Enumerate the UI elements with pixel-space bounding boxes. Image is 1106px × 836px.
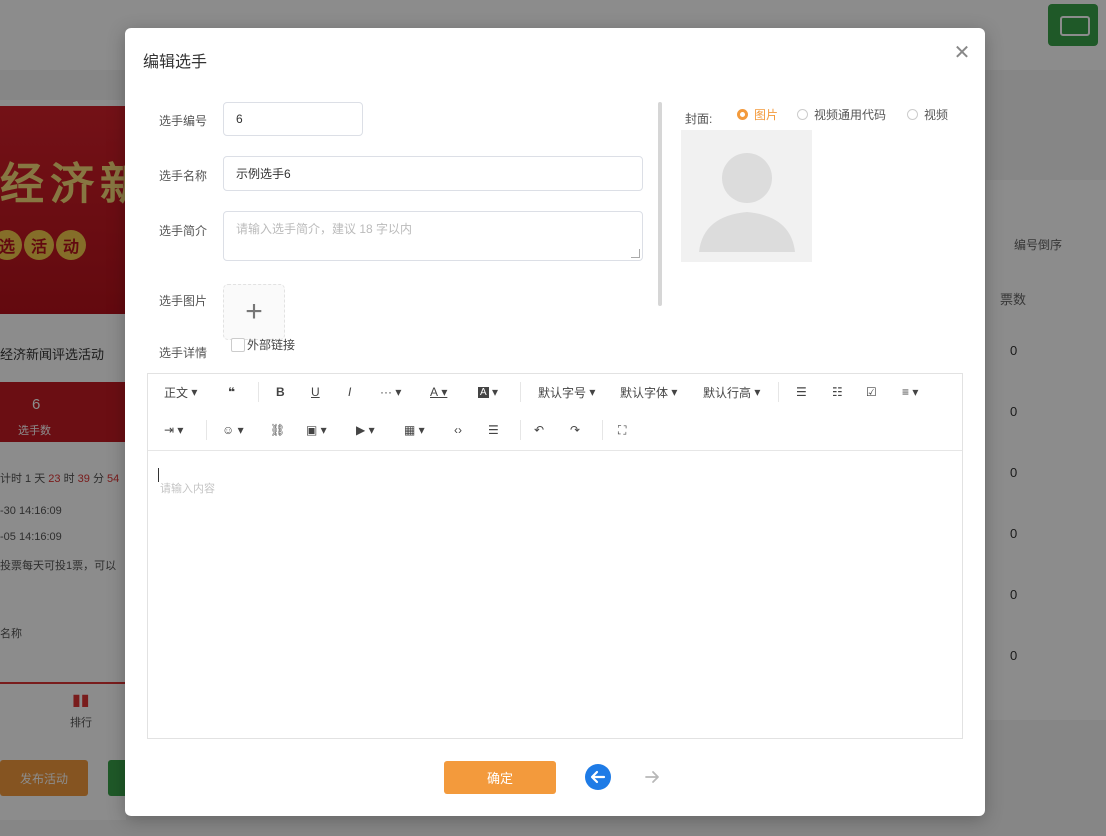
intro-textarea[interactable]: 请输入选手简介，建议 18 字以内 [223, 211, 643, 261]
toolbar-separator [206, 420, 207, 440]
intro-label: 选手简介 [159, 224, 208, 238]
font-size-select[interactable]: 默认字号 ▾ [538, 382, 595, 402]
toolbar-separator [520, 420, 521, 440]
cover-option-video[interactable]: 视频 [907, 106, 948, 123]
undo-icon[interactable]: ↶ [534, 420, 544, 440]
external-link-checkbox[interactable] [231, 338, 245, 352]
fullscreen-icon[interactable]: ⛶ [618, 420, 626, 440]
font-color-button[interactable]: A ▾ [430, 382, 447, 402]
line-height-label: 默认行高 [703, 385, 752, 400]
confirm-button[interactable]: 确定 [444, 761, 556, 794]
toolbar-separator [258, 382, 259, 402]
cover-option-image[interactable]: 图片 [737, 106, 778, 123]
more-label: ··· [380, 385, 392, 399]
arrow-left-icon [590, 770, 606, 784]
close-icon[interactable]: ✕ [951, 42, 973, 64]
indent-icon[interactable]: ⇥ ▾ [164, 420, 183, 440]
bg-color-button[interactable]: A ▾ [478, 382, 498, 402]
person-placeholder-icon [699, 153, 795, 252]
todo-checkbox-icon[interactable]: ☑ [866, 382, 877, 402]
radio-selected-icon [737, 109, 748, 120]
toolbar-separator [778, 382, 779, 402]
table-icon[interactable]: ▦ ▾ [404, 420, 425, 440]
font-family-select[interactable]: 默认字体 ▾ [620, 382, 677, 402]
cover-option-label: 视频 [924, 108, 949, 122]
radio-icon [797, 109, 808, 120]
edit-contestant-dialog: 编辑选手 ✕ 选手编号 6 选手名称 示例选手6 选手简介 请输入选手简介，建议… [125, 28, 985, 816]
name-label: 选手名称 [159, 169, 208, 183]
numbered-list-icon[interactable]: ☷ [832, 382, 843, 402]
more-styles-button[interactable]: ··· ▾ [380, 382, 401, 402]
image-upload-button[interactable]: + [223, 284, 285, 340]
cover-image-placeholder[interactable] [681, 130, 812, 262]
number-label: 选手编号 [159, 114, 208, 128]
bullet-list-icon[interactable]: ☰ [796, 382, 807, 402]
arrow-right-icon [645, 771, 659, 783]
cover-label: 封面: [685, 112, 713, 126]
paragraph-label: 正文 [164, 385, 189, 400]
editor-toolbar: 正文 ▾ ❝ B U I ··· ▾ A ▾ A ▾ 默认字号 ▾ 默认字体 ▾… [148, 374, 962, 451]
details-label: 选手详情 [159, 346, 208, 360]
image-icon[interactable]: ▣ ▾ [306, 420, 327, 440]
underline-button[interactable]: U [311, 382, 320, 402]
link-icon[interactable]: ⛓ [270, 420, 285, 440]
code-icon[interactable]: ‹› [454, 420, 462, 440]
cover-option-label: 图片 [754, 108, 779, 122]
emoji-icon[interactable]: ☺ ▾ [222, 420, 244, 440]
bg-color-label: A [478, 386, 489, 398]
prev-arrow-icon[interactable] [585, 764, 611, 790]
divider-icon[interactable]: ☰ [488, 420, 499, 440]
video-icon[interactable]: ▶ ▾ [356, 420, 375, 440]
italic-button[interactable]: I [348, 382, 351, 402]
radio-icon [907, 109, 918, 120]
redo-icon[interactable]: ↷ [570, 420, 580, 440]
font-family-label: 默认字体 [620, 385, 669, 400]
bold-button[interactable]: B [276, 382, 285, 402]
form-scrollbar[interactable] [658, 102, 662, 306]
align-icon[interactable]: ≡ ▾ [902, 382, 918, 402]
quote-button[interactable]: ❝ [228, 382, 235, 402]
text-caret [158, 468, 159, 482]
toolbar-separator [602, 420, 603, 440]
image-label: 选手图片 [159, 294, 208, 308]
next-arrow-icon[interactable] [639, 764, 665, 790]
editor-placeholder: 请输入内容 [160, 483, 215, 495]
name-input[interactable]: 示例选手6 [223, 156, 643, 191]
dialog-title: 编辑选手 [143, 54, 208, 71]
number-input[interactable]: 6 [223, 102, 363, 136]
rich-text-editor[interactable]: 正文 ▾ ❝ B U I ··· ▾ A ▾ A ▾ 默认字号 ▾ 默认字体 ▾… [147, 373, 963, 739]
external-link-label: 外部链接 [247, 338, 296, 352]
line-height-select[interactable]: 默认行高 ▾ [703, 382, 760, 402]
resize-grip-icon[interactable] [631, 249, 640, 258]
cover-option-label: 视频通用代码 [814, 108, 887, 122]
cover-option-video-code[interactable]: 视频通用代码 [797, 106, 886, 123]
font-color-label: A [430, 385, 439, 399]
paragraph-select[interactable]: 正文 ▾ [164, 382, 197, 402]
intro-placeholder: 请输入选手简介，建议 18 字以内 [236, 222, 413, 236]
toolbar-separator [520, 382, 521, 402]
font-size-label: 默认字号 [538, 385, 587, 400]
